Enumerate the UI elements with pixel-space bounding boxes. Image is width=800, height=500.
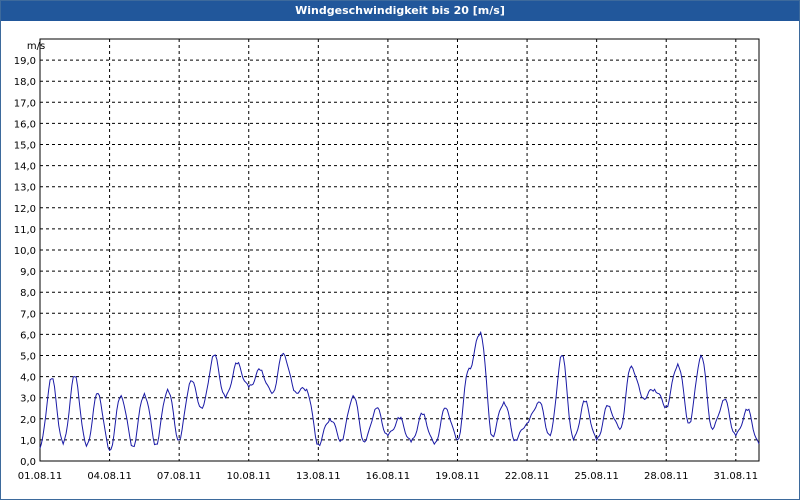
- plot-area-border: [39, 38, 760, 462]
- grid-lines: [40, 39, 759, 461]
- y-tick-label: 18,0: [14, 77, 36, 88]
- x-tick-label: 22.08.11: [505, 471, 550, 482]
- x-tick-label: 01.08.11: [18, 471, 63, 482]
- y-tick-label: 4,0: [20, 373, 36, 384]
- x-tick-label: 10.08.11: [226, 471, 271, 482]
- y-axis-unit: m/s: [27, 41, 45, 52]
- x-tick-label: 19.08.11: [435, 471, 480, 482]
- x-tick-label: 28.08.11: [644, 471, 689, 482]
- y-tick-label: 13,0: [14, 183, 36, 194]
- y-tick-label: 0,0: [20, 457, 36, 468]
- x-tick-label: 07.08.11: [157, 471, 202, 482]
- y-tick-label: 12,0: [14, 204, 36, 215]
- x-tick-labels: 01.08.11 04.08.11 07.08.11 10.08.11 13.08.11…: [18, 471, 758, 482]
- y-tick-label: 11,0: [14, 225, 36, 236]
- x-tick-label: 25.08.11: [574, 471, 619, 482]
- y-tick-label: 5,0: [20, 352, 36, 363]
- y-tick-label: 6,0: [20, 330, 36, 341]
- y-tick-label: 2,0: [20, 415, 36, 426]
- y-tick-label: 7,0: [20, 309, 36, 320]
- x-tick-label: 16.08.11: [366, 471, 411, 482]
- y-tick-label: 10,0: [14, 246, 36, 257]
- y-tick-label: 1,0: [20, 436, 36, 447]
- y-tick-label: 15,0: [14, 141, 36, 152]
- x-tick-label: 04.08.11: [87, 471, 132, 482]
- y-tick-label: 14,0: [14, 162, 36, 173]
- y-tick-label: 19,0: [14, 56, 36, 67]
- x-tick-label: 13.08.11: [296, 471, 341, 482]
- y-tick-label: 16,0: [14, 119, 36, 130]
- y-tick-labels: 0,0 1,0 2,0 3,0 4,0 5,0 6,0 7,0 8,0 9,0 10,0 11,0 12…: [14, 56, 36, 468]
- y-tick-label: 17,0: [14, 98, 36, 109]
- y-tick-label: 3,0: [20, 394, 36, 405]
- y-tick-label: 8,0: [20, 288, 36, 299]
- wind-speed-line: [39, 330, 760, 452]
- x-tick-label: 31.08.11: [714, 471, 759, 482]
- y-tick-label: 9,0: [20, 267, 36, 278]
- wind-speed-chart: m/s 0,0 1,0 2,0 3,0 4,0 5,0 6,0 7,0 8,0 9,0 10,0 11…: [14, 38, 760, 482]
